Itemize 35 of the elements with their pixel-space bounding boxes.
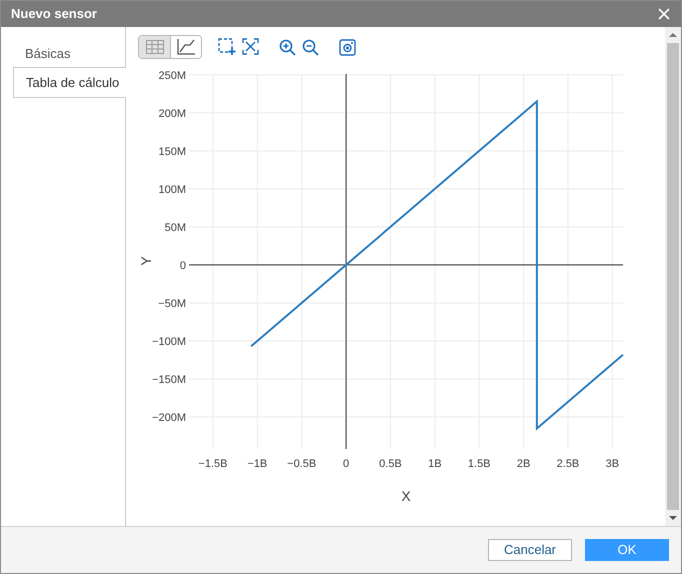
- y-tick-label: 250M: [158, 70, 186, 82]
- y-tick-label: 200M: [158, 108, 186, 120]
- x-tick-label: −1.5B: [198, 458, 228, 470]
- x-tick-label: 0.5B: [379, 458, 402, 470]
- close-icon[interactable]: [657, 7, 671, 21]
- y-axis-title: Y: [138, 256, 154, 266]
- scrollbar[interactable]: [665, 27, 681, 526]
- x-tick-label: 2.5B: [556, 458, 580, 470]
- x-tick-label: 0: [343, 458, 350, 470]
- x-tick-label: 2B: [516, 458, 530, 470]
- zoom-in-icon[interactable]: [279, 38, 296, 56]
- x-tick-label: 1.5B: [468, 458, 491, 470]
- line-chart-icon: [177, 39, 195, 55]
- expand-icon[interactable]: [242, 38, 259, 55]
- y-tick-label: 150M: [158, 146, 186, 158]
- zoom-out-icon[interactable]: [302, 38, 319, 56]
- x-tick-label: 3B: [606, 458, 620, 470]
- y-tick-label: −150M: [152, 374, 186, 386]
- y-tick-label: 0: [180, 260, 186, 272]
- y-tick-label: 100M: [158, 184, 186, 196]
- x-tick-label: −0.5B: [287, 458, 316, 470]
- table-icon: [146, 40, 164, 54]
- y-tick-label: −100M: [152, 336, 186, 348]
- y-tick-label: −50M: [158, 298, 186, 310]
- box-select-icon[interactable]: [218, 38, 236, 56]
- y-tick-label: −200M: [152, 412, 186, 424]
- x-axis-title: X: [401, 488, 411, 504]
- chart-view-button[interactable]: [170, 36, 201, 58]
- tab[interactable]: Tabla de cálculo: [13, 67, 126, 98]
- x-tick-label: −1B: [247, 458, 268, 470]
- camera-icon[interactable]: [339, 38, 356, 56]
- x-tick-label: 1B: [428, 458, 442, 470]
- y-tick-label: 50M: [164, 222, 186, 234]
- window-title: Nuevo sensor: [11, 5, 97, 24]
- cancel-button[interactable]: Cancelar: [488, 539, 572, 561]
